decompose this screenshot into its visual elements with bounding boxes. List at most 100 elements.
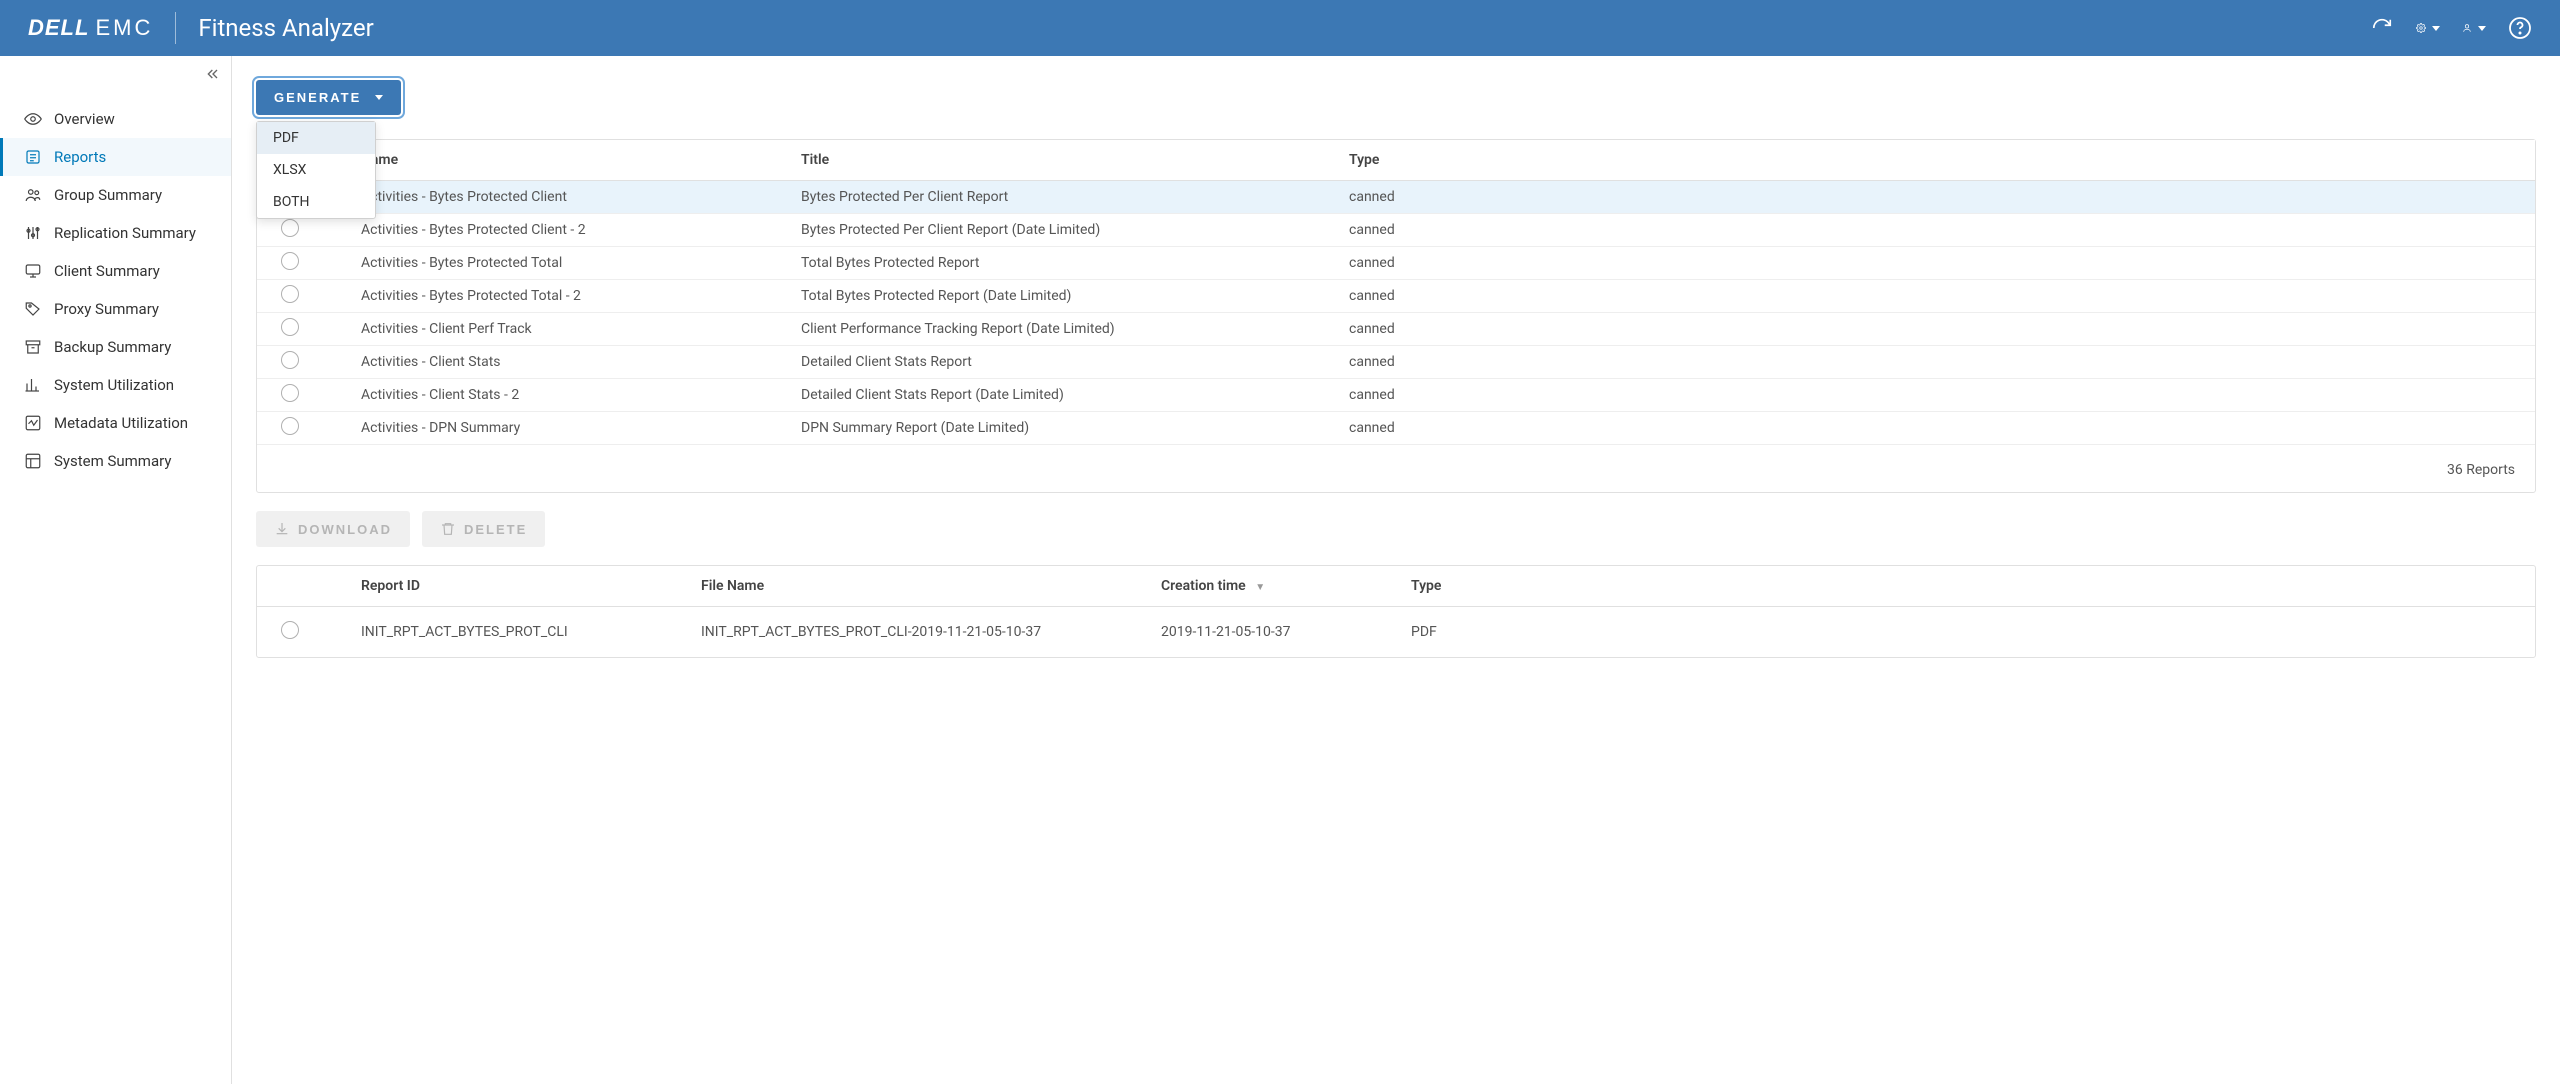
cell-name: Activities - Bytes Protected Total: [337, 247, 777, 280]
table-row[interactable]: Activities - Bytes Protected Total - 2To…: [257, 280, 2535, 313]
help-icon[interactable]: [2508, 16, 2532, 40]
download-icon: [274, 521, 290, 537]
list-icon: [24, 148, 42, 166]
users-icon: [24, 186, 42, 204]
table-row[interactable]: Activities - Client Perf TrackClient Per…: [257, 313, 2535, 346]
archive-icon: [24, 338, 42, 356]
column-creation-time[interactable]: Creation time ▼: [1137, 566, 1387, 607]
row-radio[interactable]: [281, 285, 299, 303]
sidebar-item-label: Backup Summary: [54, 338, 171, 356]
table-row[interactable]: Activities - Bytes Protected Client - 2B…: [257, 214, 2535, 247]
cell-name: Activities - Client Perf Track: [337, 313, 777, 346]
column-name[interactable]: Name: [337, 140, 777, 181]
settings-icon[interactable]: [2416, 16, 2440, 40]
cell-type: canned: [1325, 214, 2535, 247]
reports-table-scroll[interactable]: Name Title Type Activities - Bytes Prote…: [257, 140, 2535, 448]
brand-logo: DELL EMC: [28, 15, 153, 41]
sidebar-item-system-utilization[interactable]: System Utilization: [0, 366, 231, 404]
generate-option-xlsx[interactable]: XLSX: [257, 154, 375, 186]
row-radio[interactable]: [281, 351, 299, 369]
sidebar-item-label: Client Summary: [54, 262, 160, 280]
row-radio[interactable]: [281, 384, 299, 402]
table-row[interactable]: Activities - Client StatsDetailed Client…: [257, 346, 2535, 379]
collapse-sidebar-icon[interactable]: [205, 66, 221, 86]
sidebar-item-label: Overview: [54, 110, 115, 128]
download-button-label: DOWNLOAD: [298, 522, 392, 537]
cell-type: canned: [1325, 412, 2535, 445]
row-radio[interactable]: [281, 252, 299, 270]
sidebar-item-label: Replication Summary: [54, 224, 196, 242]
cell-creation-time: 2019-11-21-05-10-37: [1137, 607, 1387, 658]
table-row[interactable]: Activities - Client Stats - 2Detailed Cl…: [257, 379, 2535, 412]
row-radio[interactable]: [281, 417, 299, 435]
activity-icon: [24, 414, 42, 432]
generated-table: Report ID File Name Creation time ▼ Type…: [257, 566, 2535, 657]
generate-option-pdf[interactable]: PDF: [257, 122, 375, 154]
sidebar-item-label: System Summary: [54, 452, 171, 470]
row-radio[interactable]: [281, 219, 299, 237]
generate-option-both[interactable]: BOTH: [257, 186, 375, 218]
cell-name: Activities - Client Stats: [337, 346, 777, 379]
cell-type: canned: [1325, 247, 2535, 280]
column-type2[interactable]: Type: [1387, 566, 2535, 607]
generate-button[interactable]: GENERATE: [256, 80, 401, 115]
cell-title: Bytes Protected Per Client Report: [777, 181, 1325, 214]
cell-name: Activities - DPN Summary: [337, 412, 777, 445]
sidebar-item-label: Metadata Utilization: [54, 414, 188, 432]
column-report-id[interactable]: Report ID: [337, 566, 677, 607]
chevron-down-icon: [2478, 26, 2486, 31]
refresh-icon[interactable]: [2370, 16, 2394, 40]
sidebar-item-system-summary[interactable]: System Summary: [0, 442, 231, 480]
cell-type: canned: [1325, 280, 2535, 313]
reports-table: Name Title Type Activities - Bytes Prote…: [257, 140, 2535, 448]
sidebar-item-replication-summary[interactable]: Replication Summary: [0, 214, 231, 252]
table-row[interactable]: Activities - Bytes Protected ClientBytes…: [257, 181, 2535, 214]
sidebar: Overview Reports Group Summary Replication …: [0, 56, 232, 1084]
cell-name: Activities - Bytes Protected Client: [337, 181, 777, 214]
download-button[interactable]: DOWNLOAD: [256, 511, 410, 547]
sidebar-item-label: Reports: [54, 148, 106, 166]
sidebar-item-reports[interactable]: Reports: [0, 138, 231, 176]
sidebar-item-overview[interactable]: Overview: [0, 100, 231, 138]
generate-dropdown: PDFXLSXBOTH: [256, 121, 376, 219]
generated-table-card: Report ID File Name Creation time ▼ Type…: [256, 565, 2536, 658]
table-row[interactable]: Activities - Bytes Protected TotalTotal …: [257, 247, 2535, 280]
sidebar-item-label: Group Summary: [54, 186, 162, 204]
column-title[interactable]: Title: [777, 140, 1325, 181]
sidebar-item-client-summary[interactable]: Client Summary: [0, 252, 231, 290]
sidebar-item-group-summary[interactable]: Group Summary: [0, 176, 231, 214]
cell-title: Total Bytes Protected Report: [777, 247, 1325, 280]
trash-icon: [440, 521, 456, 537]
app-header: DELL EMC Fitness Analyzer: [0, 0, 2560, 56]
column-type[interactable]: Type: [1325, 140, 2535, 181]
cell-title: Detailed Client Stats Report (Date Limit…: [777, 379, 1325, 412]
row-radio[interactable]: [281, 621, 299, 639]
column-file-name[interactable]: File Name: [677, 566, 1137, 607]
cell-name: Activities - Bytes Protected Total - 2: [337, 280, 777, 313]
column-select: [257, 566, 337, 607]
table-row[interactable]: INIT_RPT_ACT_BYTES_PROT_CLIINIT_RPT_ACT_…: [257, 607, 2535, 658]
cell-type: canned: [1325, 181, 2535, 214]
delete-button[interactable]: DELETE: [422, 511, 545, 547]
main-content: GENERATE PDFXLSXBOTH Name Title Type: [232, 56, 2560, 1084]
sidebar-item-metadata-utilization[interactable]: Metadata Utilization: [0, 404, 231, 442]
cell-type: PDF: [1387, 607, 2535, 658]
sidebar-item-proxy-summary[interactable]: Proxy Summary: [0, 290, 231, 328]
logo-emc: EMC: [95, 15, 153, 41]
sidebar-item-backup-summary[interactable]: Backup Summary: [0, 328, 231, 366]
row-radio[interactable]: [281, 318, 299, 336]
layers-icon: [24, 452, 42, 470]
cell-title: Bytes Protected Per Client Report (Date …: [777, 214, 1325, 247]
cell-title: Client Performance Tracking Report (Date…: [777, 313, 1325, 346]
bar-chart-icon: [24, 376, 42, 394]
cell-title: Total Bytes Protected Report (Date Limit…: [777, 280, 1325, 313]
reports-table-footer: 36 Reports: [257, 448, 2535, 492]
table-row[interactable]: Activities - DPN SummaryDPN Summary Repo…: [257, 412, 2535, 445]
cell-type: canned: [1325, 379, 2535, 412]
user-icon[interactable]: [2462, 16, 2486, 40]
reports-table-card: Name Title Type Activities - Bytes Prote…: [256, 139, 2536, 493]
cell-title: DPN Summary Report (Date Limited): [777, 412, 1325, 445]
cell-type: canned: [1325, 313, 2535, 346]
sliders-icon: [24, 224, 42, 242]
cell-type: canned: [1325, 346, 2535, 379]
